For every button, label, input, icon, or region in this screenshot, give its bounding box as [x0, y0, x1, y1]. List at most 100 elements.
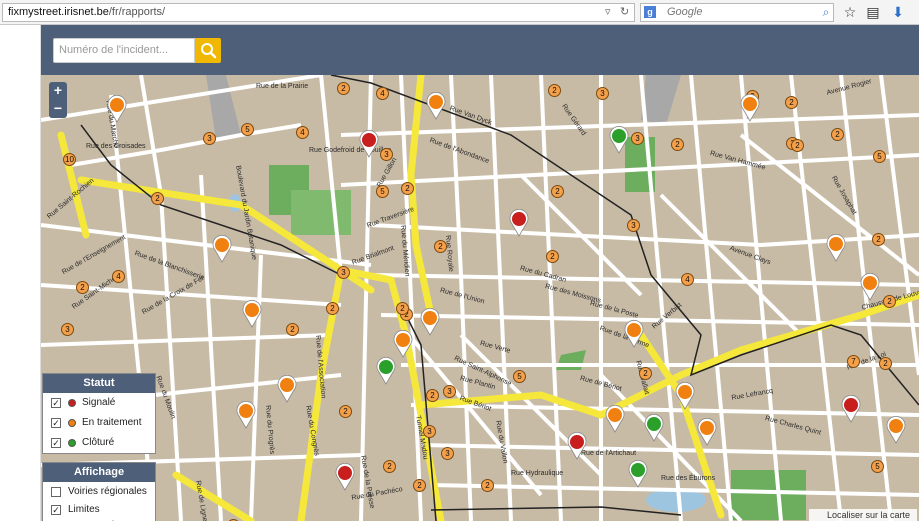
incident-search-button[interactable]	[195, 38, 221, 63]
orange-pin-icon[interactable]	[425, 92, 447, 120]
magnifier-icon	[201, 43, 217, 59]
green-pin-icon[interactable]	[608, 126, 630, 154]
incident-cluster[interactable]: 2	[481, 479, 494, 492]
green-pin-icon[interactable]	[375, 357, 397, 385]
incident-cluster[interactable]: 3	[337, 266, 350, 279]
orange-pin-icon[interactable]	[392, 330, 414, 358]
incident-cluster[interactable]: 2	[286, 323, 299, 336]
incident-cluster[interactable]: 2	[879, 357, 892, 370]
incident-cluster[interactable]: 2	[413, 479, 426, 492]
incident-cluster[interactable]: 3	[596, 87, 609, 100]
locate-on-map-button[interactable]: Localiser sur la carte	[809, 509, 917, 521]
zoom-out-button[interactable]: −	[49, 100, 67, 118]
orange-pin-icon[interactable]	[419, 308, 441, 336]
incident-cluster[interactable]: 3	[61, 323, 74, 336]
orange-pin-icon[interactable]	[623, 320, 645, 348]
incident-cluster[interactable]: 2	[151, 192, 164, 205]
incident-cluster[interactable]: 2	[883, 295, 896, 308]
incident-cluster[interactable]: 3	[627, 219, 640, 232]
orange-pin-icon[interactable]	[241, 300, 263, 328]
status-item-signale[interactable]: ✓ Signalé	[43, 393, 155, 413]
green-pin-icon[interactable]	[643, 414, 665, 442]
incident-cluster[interactable]: 4	[112, 270, 125, 283]
incident-cluster[interactable]: 3	[441, 447, 454, 460]
incident-cluster[interactable]: 5	[376, 185, 389, 198]
zoom-in-button[interactable]: +	[49, 82, 67, 100]
display-item-voiries[interactable]: Voiries régionales	[43, 482, 155, 502]
display-label: Limites communales	[68, 504, 125, 521]
bookmarks-menu-icon[interactable]: ▤	[865, 4, 881, 20]
status-checkbox[interactable]: ✓	[51, 438, 61, 448]
incident-map[interactable]: + − Rue de la Prairie Rue Van Dyck Rue Gér…	[41, 75, 919, 521]
orange-pin-icon[interactable]	[859, 273, 881, 301]
incident-cluster[interactable]: 5	[873, 150, 886, 163]
incident-cluster[interactable]: 7	[847, 355, 860, 368]
browser-search-input[interactable]: Google	[640, 3, 834, 22]
download-icon[interactable]: ⬇	[890, 4, 906, 20]
red-pin-icon[interactable]	[840, 395, 862, 423]
incident-cluster[interactable]: 3	[380, 148, 393, 161]
orange-pin-icon[interactable]	[739, 94, 761, 122]
incident-cluster[interactable]: 2	[671, 138, 684, 151]
search-icon[interactable]: ⌕	[818, 4, 834, 20]
red-pin-icon[interactable]	[334, 463, 356, 491]
incident-cluster[interactable]: 5	[871, 460, 884, 473]
incident-cluster[interactable]: 2	[872, 233, 885, 246]
display-item-limites[interactable]: ✓ Limites communales	[43, 502, 155, 521]
search-engine-icon[interactable]: g	[644, 6, 656, 18]
orange-pin-icon[interactable]	[885, 416, 907, 444]
display-checkbox[interactable]	[51, 487, 61, 497]
reload-icon[interactable]: ↻	[620, 3, 629, 21]
incident-cluster[interactable]: 2	[831, 128, 844, 141]
orange-pin-icon[interactable]	[674, 382, 696, 410]
orange-pin-icon[interactable]	[825, 234, 847, 262]
orange-pin-icon[interactable]	[235, 401, 257, 429]
incident-cluster[interactable]: 3	[443, 385, 456, 398]
status-legend: Statut ✓ Signalé ✓ En traitement ✓ Clôtu…	[42, 373, 156, 454]
orange-pin-icon[interactable]	[106, 95, 128, 123]
incident-cluster[interactable]: 5	[513, 370, 526, 383]
incident-cluster[interactable]: 2	[76, 281, 89, 294]
incident-cluster[interactable]: 2	[791, 139, 804, 152]
incident-cluster[interactable]: 2	[396, 302, 409, 315]
incident-cluster[interactable]: 2	[546, 250, 559, 263]
incident-cluster[interactable]: 2	[339, 405, 352, 418]
street-label: Rue des Éburons	[661, 475, 716, 482]
display-checkbox[interactable]: ✓	[51, 505, 61, 515]
incident-cluster[interactable]: 4	[376, 87, 389, 100]
status-label: Signalé	[82, 397, 116, 408]
incident-cluster[interactable]: 2	[401, 182, 414, 195]
incident-cluster[interactable]: 2	[337, 82, 350, 95]
status-checkbox[interactable]: ✓	[51, 418, 61, 428]
incident-cluster[interactable]: 4	[296, 126, 309, 139]
history-dropdown-icon[interactable]: ▿	[605, 3, 611, 21]
bookmark-star-icon[interactable]: ☆	[842, 4, 858, 20]
incident-cluster[interactable]: 2	[434, 240, 447, 253]
incident-cluster[interactable]: 2	[548, 84, 561, 97]
status-item-cloture[interactable]: ✓ Clôturé	[43, 433, 155, 453]
incident-cluster[interactable]: 3	[203, 132, 216, 145]
red-pin-icon[interactable]	[358, 130, 380, 158]
status-item-en-traitement[interactable]: ✓ En traitement	[43, 413, 155, 433]
orange-pin-icon[interactable]	[211, 235, 233, 263]
incident-cluster[interactable]: 4	[681, 273, 694, 286]
incident-cluster[interactable]: 2	[426, 389, 439, 402]
incident-cluster[interactable]: 2	[326, 302, 339, 315]
incident-cluster[interactable]: 3	[631, 132, 644, 145]
incident-cluster[interactable]: 3	[423, 425, 436, 438]
red-pin-icon[interactable]	[566, 432, 588, 460]
incident-cluster[interactable]: 2	[383, 460, 396, 473]
orange-pin-icon[interactable]	[696, 418, 718, 446]
incident-cluster[interactable]: 2	[785, 96, 798, 109]
red-pin-icon[interactable]	[508, 209, 530, 237]
orange-pin-icon[interactable]	[604, 405, 626, 433]
incident-number-input[interactable]: Numéro de l'incident...	[53, 38, 195, 63]
incident-cluster[interactable]: 5	[241, 123, 254, 136]
incident-cluster[interactable]: 2	[551, 185, 564, 198]
url-bar[interactable]: fixmystreet.irisnet.be/fr/rapports/	[2, 3, 635, 22]
status-checkbox[interactable]: ✓	[51, 398, 61, 408]
green-pin-icon[interactable]	[627, 460, 649, 488]
orange-pin-icon[interactable]	[276, 375, 298, 403]
incident-cluster[interactable]: 10	[63, 153, 76, 166]
incident-cluster[interactable]: 2	[639, 367, 652, 380]
